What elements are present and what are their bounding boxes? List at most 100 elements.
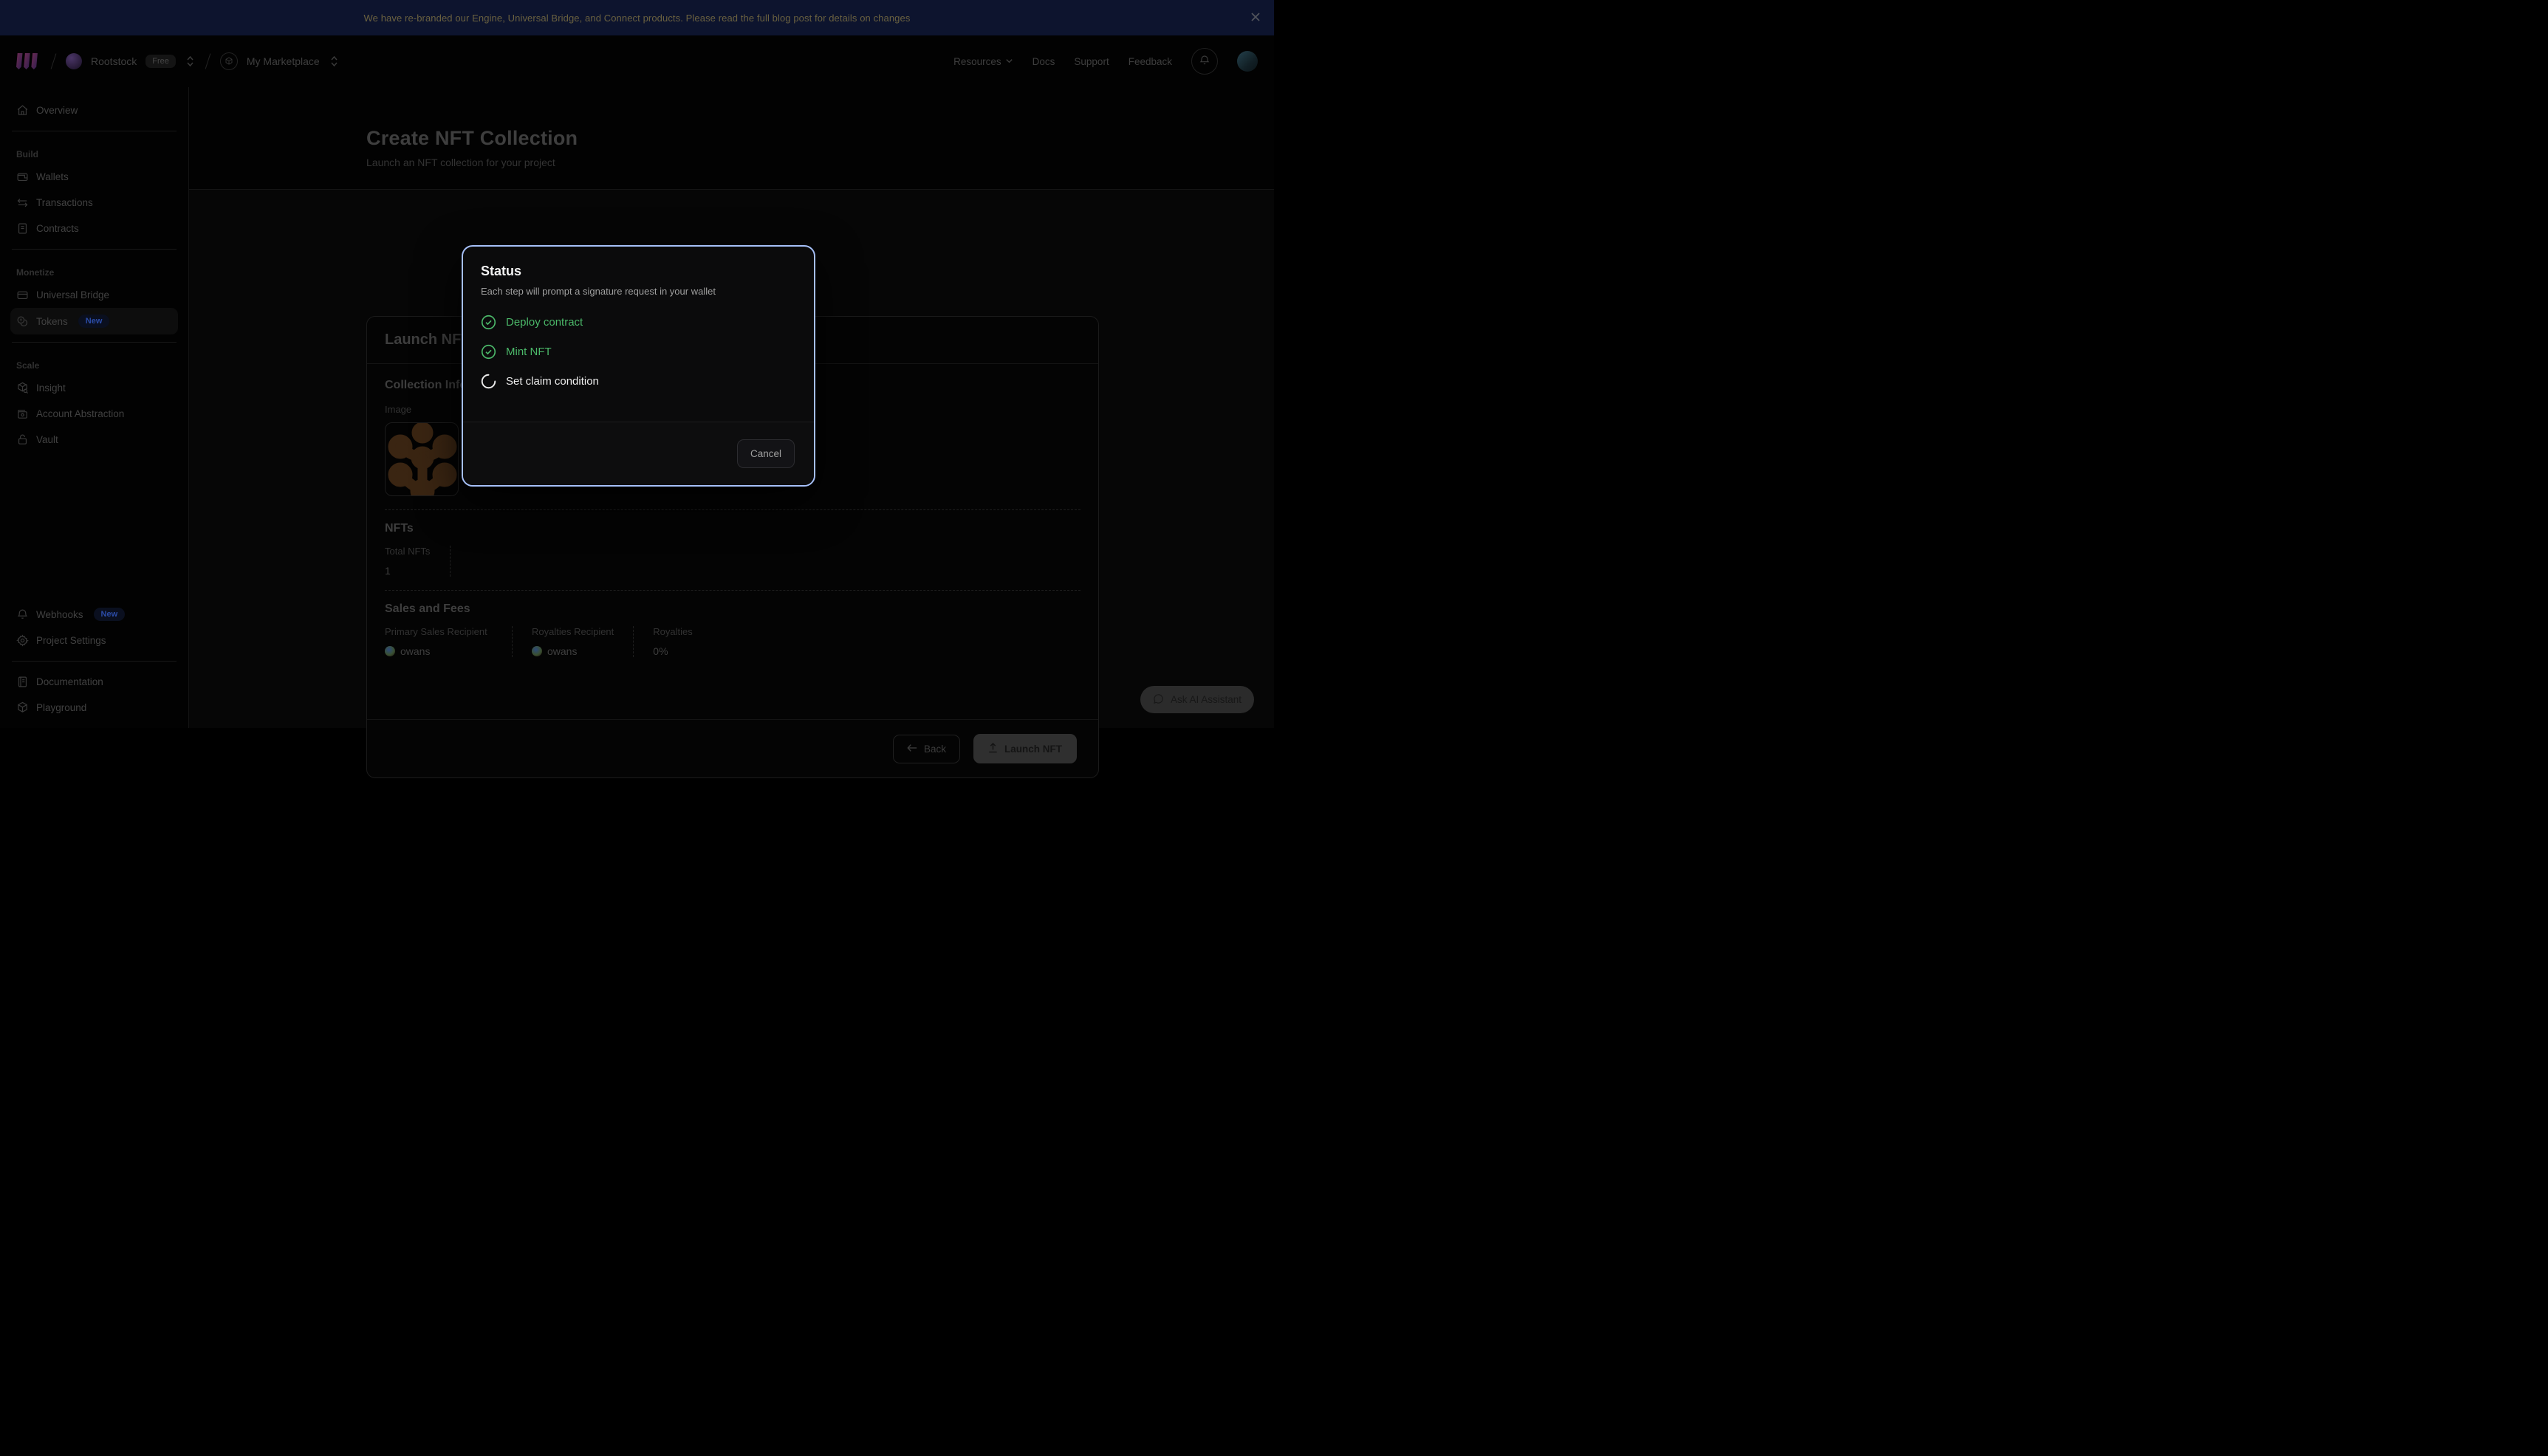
collection-image	[385, 422, 459, 496]
recipient-avatar	[385, 646, 395, 656]
nav-docs[interactable]: Docs	[1032, 56, 1055, 67]
sidebar-item-wallets[interactable]: Wallets	[10, 164, 178, 190]
sidebar-section-monetize: Monetize	[10, 257, 178, 282]
dialog-subtitle: Each step will prompt a signature reques…	[481, 286, 796, 297]
sidebar-item-webhooks[interactable]: Webhooks New	[10, 601, 178, 628]
banner-text: We have re-branded our Engine, Universal…	[364, 13, 911, 24]
launch-button-label: Launch NFT	[1004, 744, 1062, 755]
sidebar-item-label: Webhooks	[36, 609, 83, 620]
scope-name[interactable]: My Marketplace	[247, 55, 320, 67]
step-deploy-contract: Deploy contract	[481, 315, 796, 330]
total-nfts-label: Total NFTs	[385, 546, 431, 557]
dashed-divider	[385, 509, 1080, 510]
scope-switcher-chevrons-icon[interactable]	[329, 55, 340, 68]
sidebar-item-label: Overview	[36, 105, 78, 116]
project-switcher-chevrons-icon[interactable]	[185, 55, 196, 68]
divider	[12, 661, 177, 662]
royalties-recipient-value: owans	[532, 645, 614, 657]
recipient-name[interactable]: owans	[547, 645, 577, 657]
total-nfts-value: 1	[385, 565, 431, 577]
sidebar-item-project-settings[interactable]: Project Settings	[10, 628, 178, 653]
sidebar-item-label: Tokens	[36, 316, 68, 327]
notifications-button[interactable]	[1191, 48, 1218, 75]
dashed-divider	[633, 626, 634, 657]
ask-ai-assistant-button[interactable]: Ask AI Assistant	[1140, 686, 1254, 713]
dashed-divider	[512, 626, 513, 657]
arrow-left-icon	[907, 744, 917, 755]
nav-resources[interactable]: Resources	[953, 56, 1013, 67]
launch-nft-button[interactable]: Launch NFT	[973, 734, 1077, 763]
nav-feedback[interactable]: Feedback	[1129, 56, 1172, 67]
check-circle-icon	[481, 315, 496, 330]
project-name[interactable]: Rootstock	[91, 55, 137, 67]
coins-icon	[16, 315, 29, 328]
back-button-label: Back	[924, 744, 946, 755]
page-title: Create NFT Collection	[366, 127, 1274, 150]
sidebar-item-label: Insight	[36, 382, 66, 394]
royalties-value: 0%	[653, 645, 692, 657]
assistant-label: Ask AI Assistant	[1171, 694, 1242, 705]
arrows-swap-icon	[16, 196, 29, 209]
step-label: Mint NFT	[506, 346, 552, 358]
user-avatar[interactable]	[1237, 51, 1258, 72]
home-icon	[16, 104, 29, 117]
sidebar: Overview Build Wallets Transactions Cont…	[0, 87, 189, 728]
thirdweb-logo[interactable]	[16, 52, 41, 71]
nfts-heading: NFTs	[385, 522, 1080, 535]
recipient-avatar	[532, 646, 542, 656]
divider	[12, 342, 177, 343]
document-icon	[16, 222, 29, 235]
scope-cube-icon	[220, 52, 238, 70]
nav-resources-label: Resources	[953, 56, 1001, 67]
royalties-label: Royalties	[653, 626, 692, 637]
project-avatar	[66, 53, 82, 69]
plan-badge: Free	[145, 55, 176, 68]
nav-docs-label: Docs	[1032, 56, 1055, 67]
nav-support-label: Support	[1074, 56, 1109, 67]
sidebar-item-label: Documentation	[36, 676, 103, 687]
check-circle-icon	[481, 344, 496, 360]
sidebar-item-universal-bridge[interactable]: Universal Bridge	[10, 282, 178, 308]
sidebar-item-insight[interactable]: Insight	[10, 375, 178, 401]
sidebar-section-scale: Scale	[10, 350, 178, 375]
dialog-footer: Cancel	[463, 422, 814, 485]
box-search-icon	[16, 382, 29, 394]
primary-sales-recipient-value: owans	[385, 645, 493, 657]
primary-sales-recipient-label: Primary Sales Recipient	[385, 626, 493, 637]
sidebar-item-label: Account Abstraction	[36, 408, 124, 419]
cube-icon	[16, 701, 29, 714]
sidebar-section-build: Build	[10, 139, 178, 164]
sidebar-item-tokens[interactable]: Tokens New	[10, 308, 178, 334]
dashed-divider	[450, 546, 451, 577]
sidebar-item-label: Project Settings	[36, 635, 106, 646]
sidebar-item-label: Playground	[36, 702, 86, 713]
book-icon	[16, 676, 29, 688]
banner-close-button[interactable]	[1247, 10, 1264, 26]
sidebar-item-account-abstraction[interactable]: Account Abstraction	[10, 401, 178, 427]
top-navigation: Rootstock Free My Marketplace Resources …	[0, 35, 1274, 87]
back-button[interactable]: Back	[893, 735, 960, 763]
sidebar-item-playground[interactable]: Playground	[10, 695, 178, 721]
nft-artwork	[386, 423, 459, 496]
step-set-claim-condition: Set claim condition	[481, 374, 796, 389]
dashed-divider	[385, 590, 1080, 591]
sidebar-item-overview[interactable]: Overview	[10, 97, 178, 123]
sidebar-item-label: Wallets	[36, 171, 69, 182]
gear-icon	[16, 634, 29, 647]
sidebar-item-label: Universal Bridge	[36, 289, 109, 301]
sidebar-item-vault[interactable]: Vault	[10, 427, 178, 453]
spinner-icon	[481, 374, 496, 389]
royalties-recipient-label: Royalties Recipient	[532, 626, 614, 637]
sidebar-item-contracts[interactable]: Contracts	[10, 216, 178, 241]
new-badge: New	[94, 608, 126, 621]
sidebar-item-documentation[interactable]: Documentation	[10, 669, 178, 695]
nav-support[interactable]: Support	[1074, 56, 1109, 67]
sidebar-item-label: Vault	[36, 434, 58, 445]
recipient-name[interactable]: owans	[400, 645, 430, 657]
step-mint-nft: Mint NFT	[481, 344, 796, 360]
sidebar-item-transactions[interactable]: Transactions	[10, 190, 178, 216]
cancel-button[interactable]: Cancel	[737, 439, 795, 468]
bell-icon	[1199, 55, 1210, 69]
status-dialog: Status Each step will prompt a signature…	[462, 245, 815, 487]
page-subtitle: Launch an NFT collection for your projec…	[366, 157, 1274, 168]
